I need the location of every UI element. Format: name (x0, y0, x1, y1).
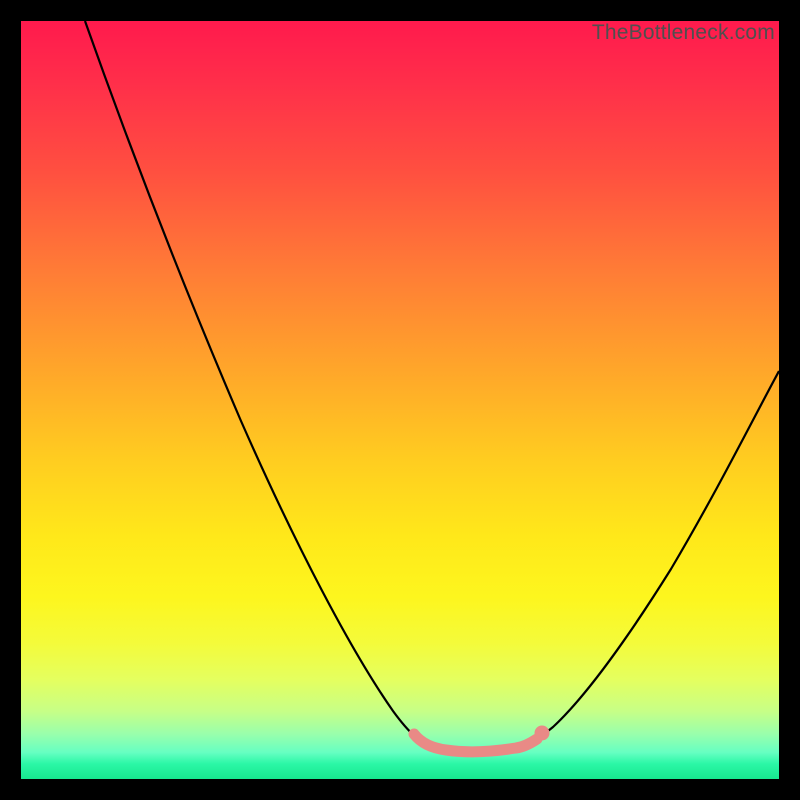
watermark-text: TheBottleneck.com (592, 21, 775, 45)
trough-highlight-line (414, 734, 537, 752)
trough-marker-dot (535, 726, 550, 741)
plot-area: TheBottleneck.com (21, 21, 779, 779)
chart-frame: TheBottleneck.com (0, 0, 800, 800)
chart-svg (21, 21, 779, 779)
v-curve-line (85, 21, 779, 752)
